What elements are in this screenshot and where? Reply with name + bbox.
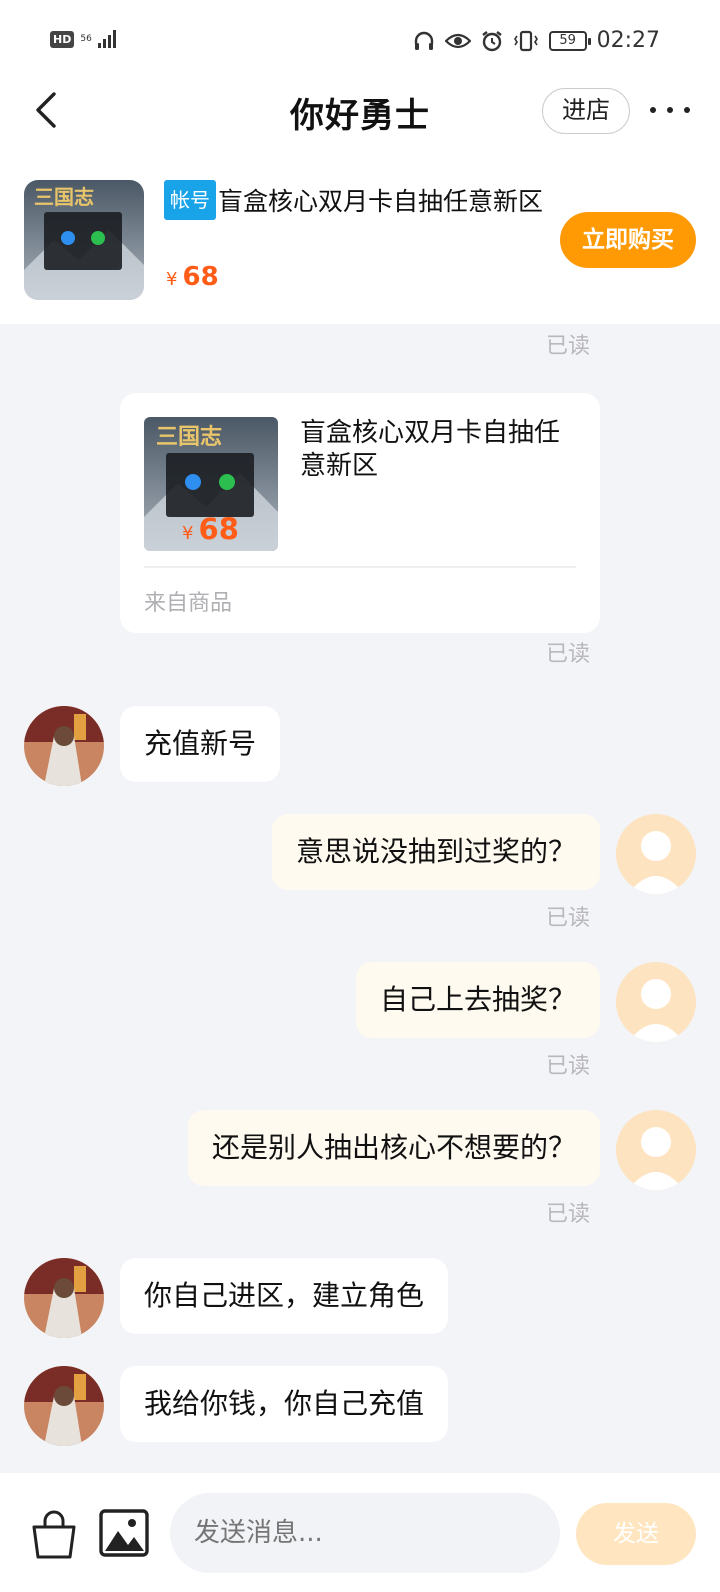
vibrate-icon [513,30,538,51]
read-receipt: 已读 [546,906,591,931]
message-input[interactable] [170,1493,560,1573]
product-card-title: 盲盒核心双月卡自抽任意新区 [300,418,561,481]
price-value: 68 [182,262,219,292]
read-receipt: 已读 [546,1202,591,1227]
price-value: 68 [198,512,239,546]
back-arrow-icon[interactable] [28,88,72,132]
message-bubble: 充值新号 [120,706,281,782]
card-divider [144,566,576,568]
enter-shop-button[interactable]: 进店 [542,88,630,134]
send-button[interactable]: 发送 [576,1503,696,1565]
input-bar: 发送 [0,1473,720,1592]
headphones-icon [414,31,433,50]
product-title[interactable]: 帐号 盲盒核心双月卡自抽任意新区 [164,180,564,220]
svg-text:三国志: 三国志 [34,185,94,209]
eye-icon [444,33,471,48]
seller-avatar[interactable] [24,1366,104,1446]
product-title-text: 盲盒核心双月卡自抽任意新区 [218,187,544,216]
signal-icon [97,30,116,48]
svg-text:三国志: 三国志 [156,424,222,450]
status-left: HD 56 [50,30,116,48]
product-thumbnail[interactable]: 三国志 [24,180,144,300]
read-receipt: 已读 [546,334,591,359]
hd-badge: HD [50,30,75,48]
status-right: 59 02:27 [413,28,660,53]
network-type: 56 [80,33,92,44]
message-bubble: 意思说没抽到过奖的？ [271,814,600,890]
status-bar: HD 56 59 02:27 [0,0,720,86]
more-options-icon[interactable] [650,98,690,122]
shopping-bag-icon[interactable] [28,1509,80,1561]
status-time: 02:27 [596,28,660,53]
image-icon[interactable] [98,1507,150,1559]
message-bubble: 还是别人抽出核心不想要的？ [187,1110,600,1186]
buy-now-button[interactable]: 立即购买 [560,212,696,268]
read-receipt: 已读 [546,642,591,667]
message-bubble: 我给你钱，你自己充值 [120,1366,449,1442]
seller-avatar[interactable] [24,706,104,786]
user-avatar[interactable] [616,962,696,1042]
product-price: ¥ 68 [166,262,219,292]
product-card-price: ¥ 68 [182,512,239,546]
card-source: 来自商品 [144,591,233,616]
message-bubble: 你自己进区，建立角色 [120,1258,449,1334]
account-tag: 帐号 [164,180,216,220]
currency-symbol: ¥ [166,269,178,290]
seller-avatar[interactable] [24,1258,104,1338]
battery-icon: 59 [548,30,591,51]
read-receipt: 已读 [546,1054,591,1079]
currency-symbol: ¥ [182,523,194,544]
user-avatar[interactable] [616,814,696,894]
user-avatar[interactable] [616,1110,696,1190]
message-bubble: 自己上去抽奖？ [355,962,600,1038]
alarm-icon [481,30,502,51]
